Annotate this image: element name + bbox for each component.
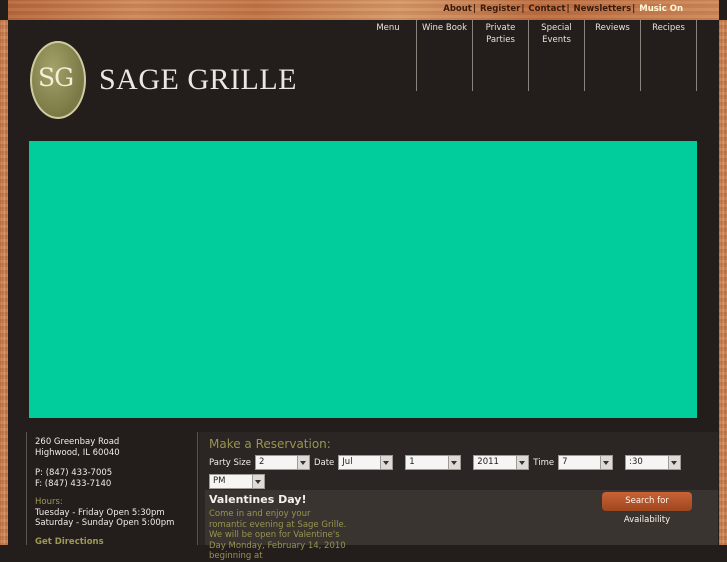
party-size-label: Party Size [209, 457, 251, 468]
nav-label: Wine Book [421, 23, 468, 33]
logo-text: SAGE GRILLE [99, 63, 297, 96]
nav-label: Private Parties [485, 23, 516, 45]
month-select[interactable]: Jul [338, 455, 394, 470]
event-title: Valentines Day! [209, 493, 307, 506]
get-directions-link[interactable]: Get Directions [35, 537, 197, 548]
nav-item-menu[interactable]: Menu [360, 20, 417, 91]
minute-select[interactable]: :30 [625, 455, 682, 470]
select-value: 2 [258, 457, 265, 467]
top-bar: About| Register| Contact| Newsletters| M… [8, 0, 719, 20]
about-link[interactable]: About [443, 4, 472, 14]
nav-item-recipes[interactable]: Recipes [641, 20, 697, 91]
register-link[interactable]: Register [480, 4, 520, 14]
select-value: Jul [342, 457, 353, 467]
nav-item-special-events[interactable]: Special Events [529, 20, 585, 91]
hour-select[interactable]: 7 [558, 455, 614, 470]
newsletters-link[interactable]: Newsletters [574, 4, 632, 14]
select-value: 1 [409, 457, 415, 467]
year-select[interactable]: 2011 [473, 455, 530, 470]
address-line: Highwood, IL 60040 [35, 447, 120, 458]
select-value: 7 [562, 457, 568, 467]
left-wood-border [0, 20, 8, 545]
logo-badge: SG [30, 41, 86, 119]
nav-item-wine-book[interactable]: Wine Book [417, 20, 473, 91]
select-value: PM [213, 476, 226, 486]
hours-line: Saturday - Sunday Open 5:00pm [35, 518, 175, 528]
select-value: 2011 [477, 457, 499, 467]
chevron-down-icon [668, 456, 681, 469]
ampm-select[interactable]: PM [209, 474, 265, 489]
reservation-title: Make a Reservation: [209, 437, 331, 451]
logo-monogram: SG [38, 63, 74, 92]
nav-label: Reviews [595, 23, 630, 33]
party-size-select[interactable]: 2 [254, 455, 310, 470]
chevron-down-icon [448, 456, 461, 469]
chevron-down-icon [296, 456, 309, 469]
separator: | [566, 4, 570, 14]
main-nav: Menu Wine Book Private Parties Special E… [360, 20, 697, 91]
event-description: Come in and enjoy your romantic evening … [209, 509, 347, 561]
select-value: :30 [629, 457, 643, 467]
search-availability-button[interactable]: Search for Availability [602, 492, 692, 525]
separator: | [472, 4, 476, 14]
chevron-down-icon [380, 456, 393, 469]
hours-line: Tuesday - Friday Open 5:30pm [35, 507, 165, 518]
nav-label: Special Events [541, 23, 572, 45]
nav-label: Menu [376, 23, 400, 33]
nav-item-reviews[interactable]: Reviews [585, 20, 641, 91]
chevron-down-icon [252, 475, 264, 488]
nav-label: Recipes [652, 23, 685, 33]
address-line: 260 Greenbay Road [35, 437, 120, 447]
chevron-down-icon [516, 456, 529, 469]
hours-label: Hours: [35, 497, 63, 507]
separator: | [632, 4, 636, 14]
reservation-form-row: Party Size 2 Date Jul 1 2011 Time 7 :30 [209, 455, 682, 470]
chevron-down-icon [600, 456, 613, 469]
contact-link[interactable]: Contact [528, 4, 565, 14]
restaurant-info: 260 Greenbay Road Highwood, IL 60040 P: … [26, 432, 198, 548]
hero-banner [29, 141, 697, 418]
date-label: Date [313, 457, 335, 468]
time-label: Time [533, 457, 555, 468]
music-toggle-link[interactable]: Music On [639, 4, 683, 14]
fax-number: F: (847) 433-7140 [35, 478, 112, 489]
event-panel: Valentines Day! Come in and enjoy your r… [205, 490, 718, 561]
day-select[interactable]: 1 [405, 455, 462, 470]
nav-item-private-parties[interactable]: Private Parties [473, 20, 529, 91]
separator: | [521, 4, 525, 14]
right-wood-border [719, 20, 727, 545]
top-links: About| Register| Contact| Newsletters| M… [443, 4, 683, 14]
reservation-panel: Make a Reservation: Party Size 2 Date Ju… [199, 432, 718, 561]
phone-number: P: (847) 433-7005 [35, 468, 113, 478]
